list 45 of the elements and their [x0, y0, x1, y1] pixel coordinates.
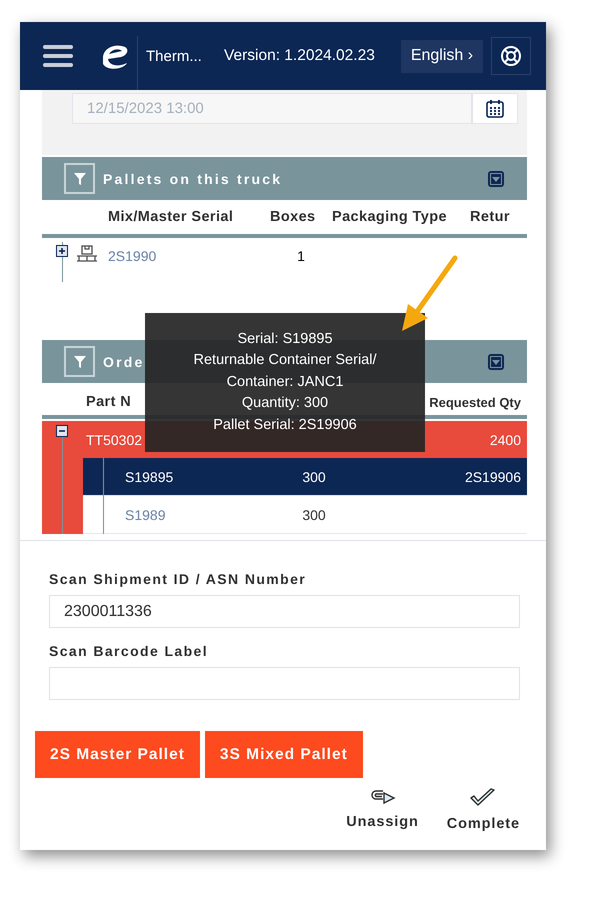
language-button[interactable]: English › [400, 40, 484, 72]
pallet-icon [76, 245, 98, 263]
checkmark-icon [469, 788, 498, 808]
section-title: Pallets on this truck [103, 170, 282, 186]
calendar-button[interactable] [472, 93, 518, 124]
column-header: Boxes [270, 209, 317, 225]
input-field[interactable]: 2300011336 [49, 595, 520, 628]
column-header: Part N [86, 394, 132, 410]
field-label: Scan Shipment ID / ASN Number [49, 571, 308, 587]
section-title: Orde [103, 354, 144, 370]
collapse-icon[interactable] [487, 352, 505, 370]
action-button[interactable]: Unassign [346, 788, 419, 832]
filter-button[interactable] [64, 346, 95, 377]
tooltip: Serial: S19895 Returnable Container Serial/ Container: JANC1 Quantity: 300 Pallet Serial: 2S19906 [145, 313, 425, 452]
table-cell-text: 2400 [488, 432, 522, 448]
table-cell-text: S19895 [125, 468, 174, 484]
field-label: Scan Barcode Label [49, 643, 210, 659]
version-label: Version: 1.2024.02.23 [224, 47, 375, 65]
action-button[interactable]: Complete [446, 788, 520, 832]
table-cell-text: TT50302 [86, 432, 144, 448]
table-cell-text: 300 [301, 506, 327, 522]
serial-row[interactable]: S1989 300 [83, 496, 527, 534]
filter-button[interactable] [64, 163, 95, 194]
column-header: Mix/Master Serial [108, 209, 234, 225]
calendar-icon [485, 98, 505, 118]
column-header: Packaging Type [332, 209, 448, 225]
help-button[interactable] [491, 37, 532, 75]
collapse-icon[interactable] [487, 170, 505, 188]
table-cell-text: 2S19906 [464, 468, 522, 484]
input-field[interactable] [49, 667, 520, 700]
lifebuoy-icon [500, 45, 522, 67]
table-cell-text: S1989 [125, 506, 166, 522]
filter-icon [72, 354, 86, 368]
expand-toggle[interactable] [56, 245, 68, 257]
table-cell-text: 1 [296, 248, 306, 264]
table-cell[interactable]: 2S1990 [108, 248, 168, 264]
expand-toggle[interactable] [56, 425, 68, 437]
serial-row[interactable]: S19895 300 2S19906 [83, 458, 527, 496]
unassign-icon [368, 788, 396, 806]
column-header: Requested Qty [429, 394, 521, 410]
menu-icon[interactable] [43, 44, 73, 68]
table-cell-text: 300 [301, 468, 327, 484]
filter-icon [72, 172, 86, 186]
column-header: Retur [470, 209, 510, 225]
app-title: Therm... [146, 48, 203, 64]
